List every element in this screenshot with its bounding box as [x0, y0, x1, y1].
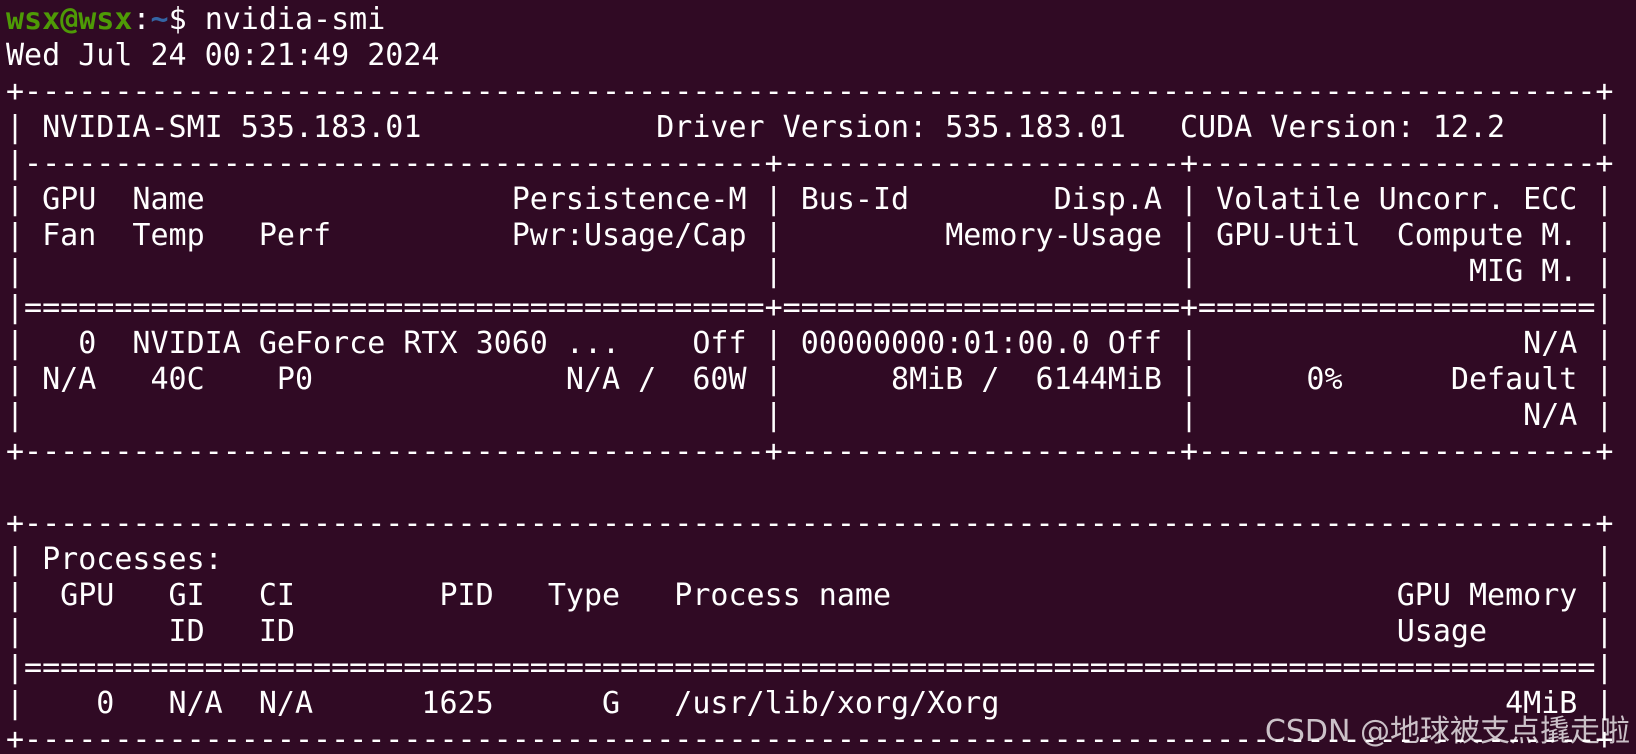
prompt-line: wsx@wsx:~$ nvidia-smi: [6, 2, 1636, 38]
output-line-gpu-header-2: | Fan Temp Perf Pwr:Usage/Cap | Memory-U…: [6, 218, 1614, 253]
output-line-top-border: +---------------------------------------…: [6, 74, 1614, 109]
watermark: CSDN @地球被支点撬走啦: [1264, 714, 1630, 749]
prompt-command: nvidia-smi: [204, 2, 386, 37]
prompt-path: ~: [150, 2, 169, 37]
output-line-gpu-header-3: | | | MIG M. |: [6, 254, 1614, 289]
output-line-proc-separator: |=======================================…: [6, 650, 1614, 685]
output-line-gpu-row-2: | N/A 40C P0 N/A / 60W | 8MiB / 6144MiB …: [6, 362, 1614, 397]
output-line-gpu-separator: |=======================================…: [6, 290, 1614, 325]
output-line-gpu-header-1: | GPU Name Persistence-M | Bus-Id Disp.A…: [6, 182, 1614, 217]
prompt-sign: $: [168, 2, 205, 37]
output-line-proc-top-border: +---------------------------------------…: [6, 506, 1614, 541]
output-line-proc-title: | Processes: |: [6, 542, 1614, 577]
output-line-gpu-bottom-border: +---------------------------------------…: [6, 434, 1614, 469]
output-line-gpu-row-1: | 0 NVIDIA GeForce RTX 3060 ... Off | 00…: [6, 326, 1614, 361]
output-line-date: Wed Jul 24 00:21:49 2024: [6, 38, 440, 73]
output-line-version-header: | NVIDIA-SMI 535.183.01 Driver Version: …: [6, 110, 1614, 145]
output-line-proc-header-2: | ID ID Usage |: [6, 614, 1614, 649]
output-line-proc-header-1: | GPU GI CI PID Type Process name GPU Me…: [6, 578, 1614, 613]
output-line-blank: [6, 470, 1636, 506]
output-line-divider: |---------------------------------------…: [6, 146, 1614, 181]
terminal-window[interactable]: wsx@wsx:~$ nvidia-smi Wed Jul 24 00:21:4…: [0, 0, 1636, 754]
output-line-gpu-row-3: | | | N/A |: [6, 398, 1614, 433]
prompt-colon: :: [132, 2, 151, 37]
prompt-user-host: wsx@wsx: [6, 2, 133, 37]
